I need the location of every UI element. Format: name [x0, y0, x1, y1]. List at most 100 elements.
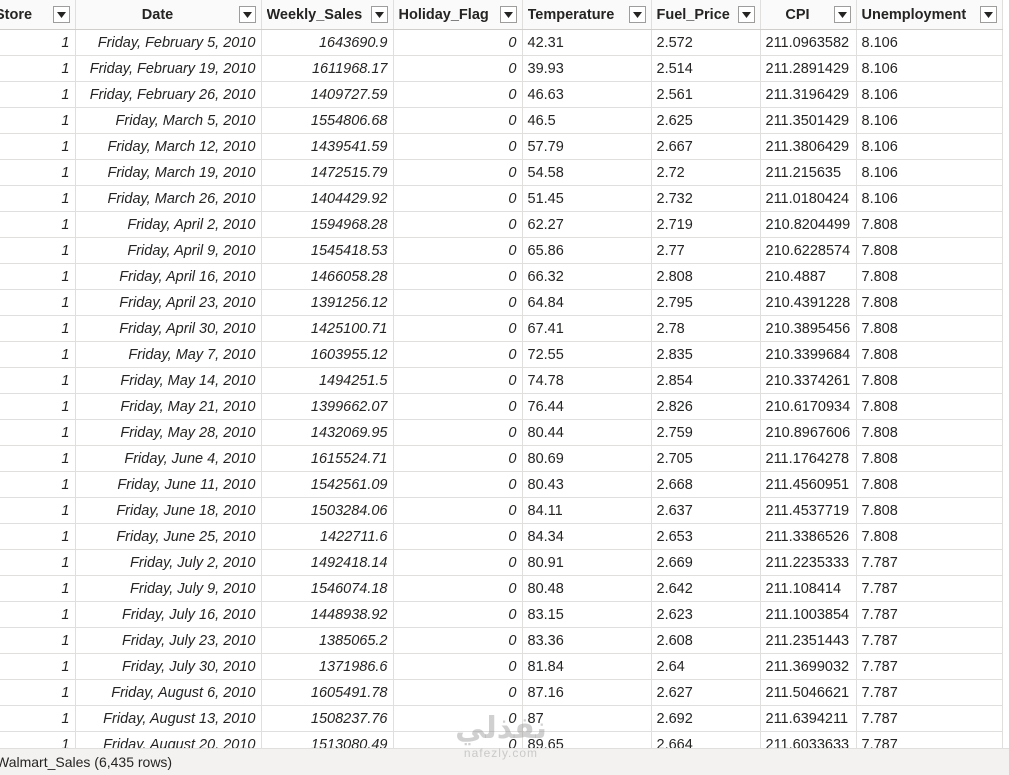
cell-weekly-sales[interactable]: 1371986.6 [261, 653, 394, 680]
cell-temperature[interactable]: 46.63 [522, 81, 652, 108]
table-row[interactable]: 1 Friday, April 2, 2010 1594968.28 0 62.27 2.… [0, 211, 1003, 238]
cell-cpi[interactable]: 210.6170934 [760, 393, 857, 420]
cell-store[interactable]: 1 [0, 211, 76, 238]
cell-weekly-sales[interactable]: 1422711.6 [261, 523, 394, 550]
cell-cpi[interactable]: 210.4391228 [760, 289, 857, 316]
cell-weekly-sales[interactable]: 1492418.14 [261, 549, 394, 576]
cell-fuel-price[interactable]: 2.705 [651, 445, 761, 472]
filter-dropdown-icon[interactable] [52, 6, 70, 23]
cell-weekly-sales[interactable]: 1513080.49 [261, 731, 394, 748]
cell-weekly-sales[interactable]: 1494251.5 [261, 367, 394, 394]
cell-unemployment[interactable]: 8.106 [856, 159, 1003, 186]
cell-fuel-price[interactable]: 2.514 [651, 55, 761, 82]
cell-date[interactable]: Friday, March 26, 2010 [75, 185, 262, 212]
cell-weekly-sales[interactable]: 1605491.78 [261, 679, 394, 706]
cell-holiday-flag[interactable]: 0 [393, 289, 523, 316]
cell-weekly-sales[interactable]: 1643690.9 [261, 29, 394, 56]
cell-cpi[interactable]: 211.4560951 [760, 471, 857, 498]
cell-weekly-sales[interactable]: 1404429.92 [261, 185, 394, 212]
cell-date[interactable]: Friday, June 4, 2010 [75, 445, 262, 472]
cell-fuel-price[interactable]: 2.572 [651, 29, 761, 56]
table-row[interactable]: 1 Friday, June 18, 2010 1503284.06 0 84.11 2.… [0, 497, 1003, 524]
cell-cpi[interactable]: 211.3196429 [760, 81, 857, 108]
cell-temperature[interactable]: 84.11 [522, 497, 652, 524]
cell-fuel-price[interactable]: 2.669 [651, 549, 761, 576]
cell-store[interactable]: 1 [0, 367, 76, 394]
column-header-unemployment[interactable]: Unemployment [856, 0, 1003, 30]
table-row[interactable]: 1 Friday, August 13, 2010 1508237.76 0 87 2.6… [0, 705, 1003, 732]
table-row[interactable]: 1 Friday, July 30, 2010 1371986.6 0 81.84 2.6… [0, 653, 1003, 680]
cell-fuel-price[interactable]: 2.653 [651, 523, 761, 550]
cell-date[interactable]: Friday, March 5, 2010 [75, 107, 262, 134]
table-row[interactable]: 1 Friday, April 30, 2010 1425100.71 0 67.41 2… [0, 315, 1003, 342]
cell-temperature[interactable]: 54.58 [522, 159, 652, 186]
table-row[interactable]: 1 Friday, March 19, 2010 1472515.79 0 54.58 2… [0, 159, 1003, 186]
cell-cpi[interactable]: 211.2235333 [760, 549, 857, 576]
column-header-cpi[interactable]: CPI [760, 0, 857, 30]
cell-fuel-price[interactable]: 2.668 [651, 471, 761, 498]
cell-cpi[interactable]: 211.3806429 [760, 133, 857, 160]
cell-fuel-price[interactable]: 2.625 [651, 107, 761, 134]
cell-store[interactable]: 1 [0, 81, 76, 108]
cell-unemployment[interactable]: 7.808 [856, 341, 1003, 368]
cell-cpi[interactable]: 211.3386526 [760, 523, 857, 550]
cell-fuel-price[interactable]: 2.795 [651, 289, 761, 316]
cell-unemployment[interactable]: 7.787 [856, 679, 1003, 706]
cell-weekly-sales[interactable]: 1425100.71 [261, 315, 394, 342]
cell-holiday-flag[interactable]: 0 [393, 185, 523, 212]
cell-unemployment[interactable]: 8.106 [856, 55, 1003, 82]
filter-dropdown-icon[interactable] [737, 6, 755, 23]
cell-temperature[interactable]: 80.91 [522, 549, 652, 576]
cell-date[interactable]: Friday, June 11, 2010 [75, 471, 262, 498]
cell-date[interactable]: Friday, July 30, 2010 [75, 653, 262, 680]
cell-cpi[interactable]: 211.4537719 [760, 497, 857, 524]
cell-store[interactable]: 1 [0, 341, 76, 368]
cell-cpi[interactable]: 210.3374261 [760, 367, 857, 394]
cell-fuel-price[interactable]: 2.77 [651, 237, 761, 264]
cell-temperature[interactable]: 81.84 [522, 653, 652, 680]
cell-holiday-flag[interactable]: 0 [393, 393, 523, 420]
cell-cpi[interactable]: 210.8204499 [760, 211, 857, 238]
cell-temperature[interactable]: 66.32 [522, 263, 652, 290]
cell-fuel-price[interactable]: 2.692 [651, 705, 761, 732]
column-header-fuel-price[interactable]: Fuel_Price [651, 0, 761, 30]
table-row[interactable]: 1 Friday, May 21, 2010 1399662.07 0 76.44 2.8… [0, 393, 1003, 420]
cell-unemployment[interactable]: 7.787 [856, 601, 1003, 628]
cell-unemployment[interactable]: 7.808 [856, 445, 1003, 472]
cell-weekly-sales[interactable]: 1409727.59 [261, 81, 394, 108]
cell-holiday-flag[interactable]: 0 [393, 341, 523, 368]
cell-temperature[interactable]: 67.41 [522, 315, 652, 342]
cell-date[interactable]: Friday, April 30, 2010 [75, 315, 262, 342]
cell-fuel-price[interactable]: 2.64 [651, 653, 761, 680]
cell-temperature[interactable]: 83.36 [522, 627, 652, 654]
cell-unemployment[interactable]: 7.808 [856, 393, 1003, 420]
cell-weekly-sales[interactable]: 1594968.28 [261, 211, 394, 238]
column-header-date[interactable]: Date [75, 0, 262, 30]
cell-weekly-sales[interactable]: 1466058.28 [261, 263, 394, 290]
cell-temperature[interactable]: 80.69 [522, 445, 652, 472]
cell-fuel-price[interactable]: 2.561 [651, 81, 761, 108]
cell-holiday-flag[interactable]: 0 [393, 29, 523, 56]
cell-unemployment[interactable]: 7.808 [856, 211, 1003, 238]
cell-store[interactable]: 1 [0, 549, 76, 576]
column-header-weekly-sales[interactable]: Weekly_Sales [261, 0, 394, 30]
cell-fuel-price[interactable]: 2.854 [651, 367, 761, 394]
cell-fuel-price[interactable]: 2.667 [651, 133, 761, 160]
cell-holiday-flag[interactable]: 0 [393, 367, 523, 394]
filter-dropdown-icon[interactable] [979, 6, 997, 23]
table-row[interactable]: 1 Friday, July 9, 2010 1546074.18 0 80.48 2.6… [0, 575, 1003, 602]
cell-temperature[interactable]: 51.45 [522, 185, 652, 212]
cell-weekly-sales[interactable]: 1439541.59 [261, 133, 394, 160]
cell-fuel-price[interactable]: 2.642 [651, 575, 761, 602]
cell-unemployment[interactable]: 7.808 [856, 497, 1003, 524]
cell-holiday-flag[interactable]: 0 [393, 55, 523, 82]
cell-temperature[interactable]: 83.15 [522, 601, 652, 628]
cell-cpi[interactable]: 211.215635 [760, 159, 857, 186]
cell-store[interactable]: 1 [0, 419, 76, 446]
table-row[interactable]: 1 Friday, March 12, 2010 1439541.59 0 57.79 2… [0, 133, 1003, 160]
cell-weekly-sales[interactable]: 1554806.68 [261, 107, 394, 134]
cell-date[interactable]: Friday, April 23, 2010 [75, 289, 262, 316]
cell-holiday-flag[interactable]: 0 [393, 601, 523, 628]
column-header-holiday-flag[interactable]: Holiday_Flag [393, 0, 523, 30]
cell-cpi[interactable]: 211.1764278 [760, 445, 857, 472]
